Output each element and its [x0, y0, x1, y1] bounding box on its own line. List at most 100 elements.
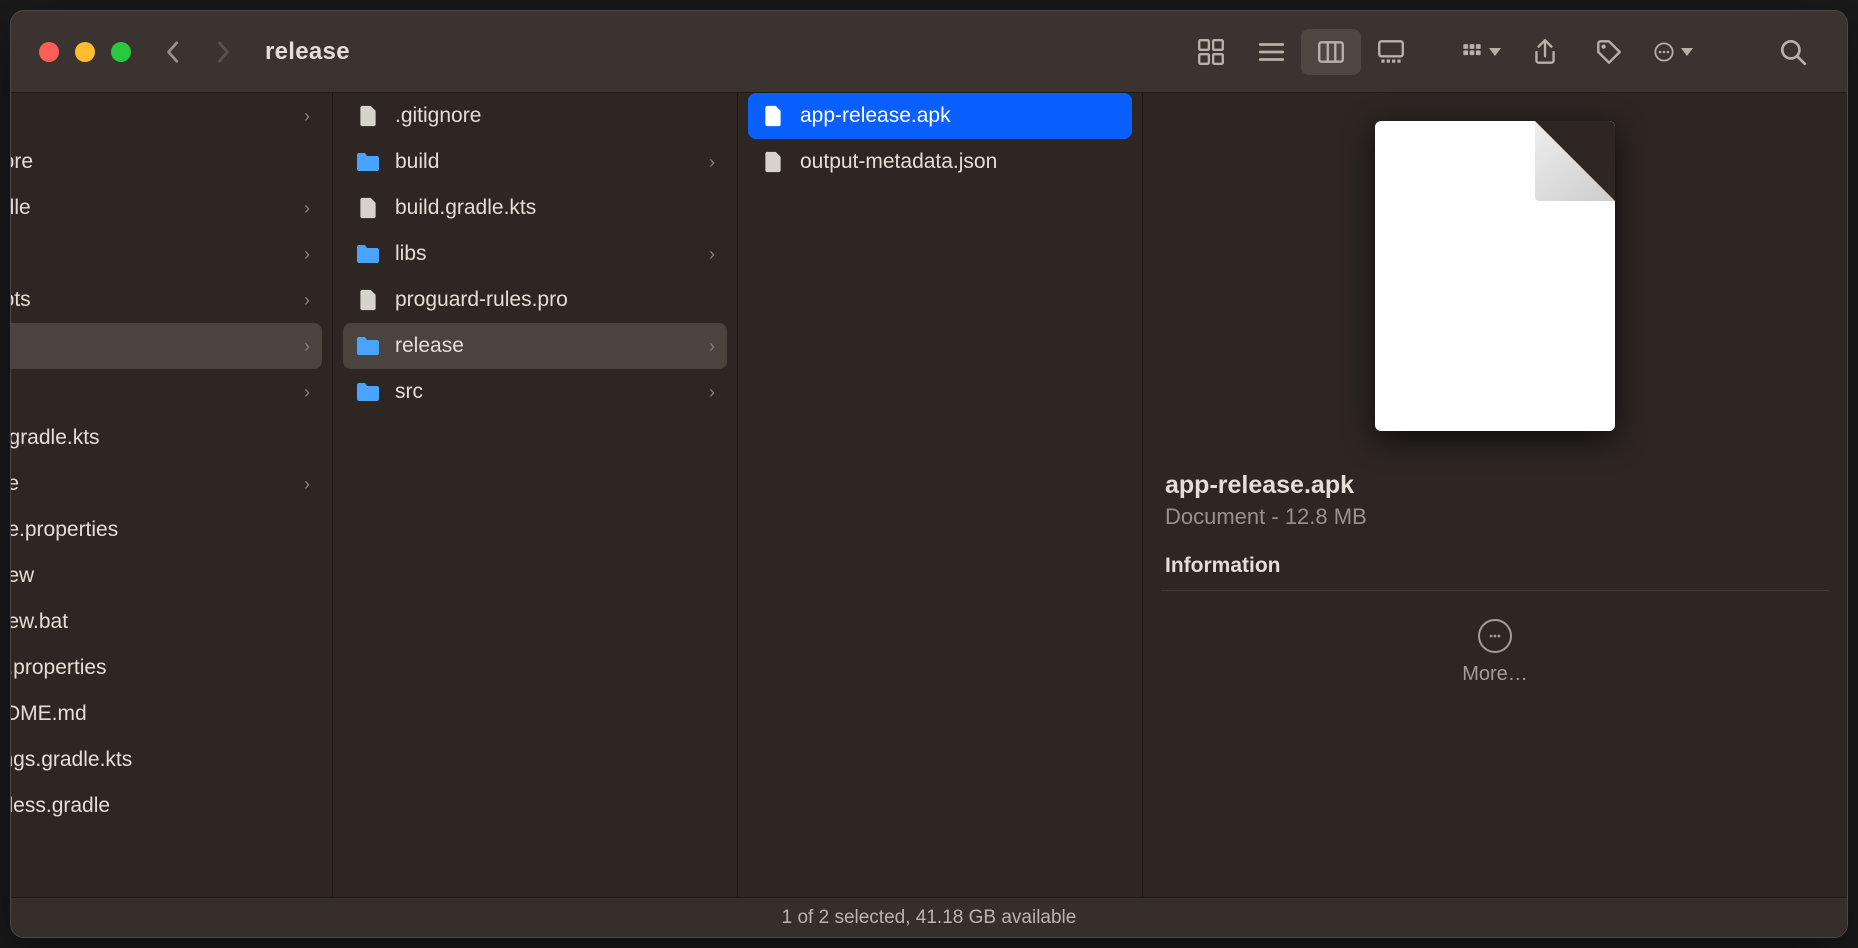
- actions-button[interactable]: [1653, 32, 1693, 72]
- list-item[interactable]: .gitignore: [343, 93, 727, 139]
- chevron-right-icon: ›: [304, 336, 310, 357]
- column-view-button[interactable]: [1301, 29, 1361, 75]
- list-item[interactable]: output-metadata.json: [748, 139, 1132, 185]
- finder-window: release ›noreadle›a›ripts››d›d.gradle.kt…: [10, 10, 1848, 938]
- list-item[interactable]: ADME.md: [11, 691, 322, 737]
- chevron-right-icon: ›: [304, 106, 310, 127]
- list-item[interactable]: dlew.bat: [11, 599, 322, 645]
- preview-filename: app-release.apk: [1161, 471, 1829, 500]
- item-name: tings.gradle.kts: [11, 748, 310, 772]
- file-icon: [758, 147, 788, 177]
- item-name: src: [395, 380, 709, 404]
- chevron-right-icon: ›: [304, 382, 310, 403]
- close-button[interactable]: [39, 42, 59, 62]
- list-item[interactable]: adle›: [11, 185, 322, 231]
- preview-thumbnail[interactable]: [1375, 121, 1615, 431]
- item-name: dle.properties: [11, 518, 310, 542]
- column-1: .gitignorebuild›build.gradle.ktslibs›pro…: [333, 93, 738, 897]
- item-name: build.gradle.kts: [395, 196, 715, 220]
- chevron-down-icon: [1681, 48, 1693, 56]
- preview-pane: app-release.apk Document - 12.8 MB Infor…: [1143, 93, 1847, 897]
- item-name: dle: [11, 472, 304, 496]
- preview-subtitle: Document - 12.8 MB: [1161, 504, 1829, 530]
- item-name: output-metadata.json: [800, 150, 1120, 174]
- list-item[interactable]: build.gradle.kts: [343, 185, 727, 231]
- file-icon: [353, 101, 383, 131]
- view-switcher: [1181, 29, 1421, 75]
- list-item[interactable]: dlew: [11, 553, 322, 599]
- folder-icon: [353, 239, 383, 269]
- window-controls: [39, 42, 131, 62]
- forward-button[interactable]: [207, 37, 237, 67]
- chevron-right-icon: ›: [304, 198, 310, 219]
- list-item[interactable]: ripts›: [11, 277, 322, 323]
- list-item[interactable]: ›: [11, 93, 322, 139]
- chevron-right-icon: ›: [709, 244, 715, 265]
- group-by-button[interactable]: [1461, 32, 1501, 72]
- list-item[interactable]: al.properties: [11, 645, 322, 691]
- list-item[interactable]: otless.gradle: [11, 783, 322, 829]
- item-name: .gitignore: [395, 104, 715, 128]
- list-item[interactable]: libs›: [343, 231, 727, 277]
- item-name: dlew.bat: [11, 610, 310, 634]
- info-header: Information: [1161, 540, 1829, 591]
- file-icon: [353, 285, 383, 315]
- minimize-button[interactable]: [75, 42, 95, 62]
- chevron-right-icon: ›: [304, 474, 310, 495]
- list-item[interactable]: proguard-rules.pro: [343, 277, 727, 323]
- list-item[interactable]: app-release.apk: [748, 93, 1132, 139]
- list-item[interactable]: ›: [11, 323, 322, 369]
- list-item[interactable]: d.gradle.kts: [11, 415, 322, 461]
- chevron-right-icon: ›: [304, 244, 310, 265]
- more-label[interactable]: More…: [1462, 663, 1528, 686]
- fullscreen-button[interactable]: [111, 42, 131, 62]
- column-browser: ›noreadle›a›ripts››d›d.gradle.ktsdle›dle…: [11, 93, 1847, 897]
- item-name: proguard-rules.pro: [395, 288, 715, 312]
- tags-button[interactable]: [1589, 32, 1629, 72]
- item-name: ripts: [11, 288, 304, 312]
- file-icon: [758, 101, 788, 131]
- gallery-view-button[interactable]: [1361, 29, 1421, 75]
- list-item[interactable]: release›: [343, 323, 727, 369]
- titlebar: release: [11, 11, 1847, 93]
- list-item[interactable]: a›: [11, 231, 322, 277]
- back-button[interactable]: [159, 37, 189, 67]
- item-name: dlew: [11, 564, 310, 588]
- item-name: a: [11, 242, 304, 266]
- list-view-button[interactable]: [1241, 29, 1301, 75]
- chevron-right-icon: ›: [709, 382, 715, 403]
- column-0: ›noreadle›a›ripts››d›d.gradle.ktsdle›dle…: [11, 93, 333, 897]
- item-name: libs: [395, 242, 709, 266]
- share-button[interactable]: [1525, 32, 1565, 72]
- window-title: release: [265, 38, 350, 66]
- status-text: 1 of 2 selected, 41.18 GB available: [782, 907, 1077, 929]
- folder-icon: [353, 377, 383, 407]
- chevron-down-icon: [1489, 48, 1501, 56]
- search-button[interactable]: [1773, 32, 1813, 72]
- list-item[interactable]: dle.properties: [11, 507, 322, 553]
- item-name: otless.gradle: [11, 794, 310, 818]
- list-item[interactable]: tings.gradle.kts: [11, 737, 322, 783]
- item-name: ADME.md: [11, 702, 310, 726]
- more-button[interactable]: [1478, 619, 1512, 653]
- chevron-right-icon: ›: [709, 152, 715, 173]
- chevron-right-icon: ›: [304, 290, 310, 311]
- item-name: app-release.apk: [800, 104, 1120, 128]
- file-icon: [353, 193, 383, 223]
- list-item[interactable]: d›: [11, 369, 322, 415]
- list-item[interactable]: dle›: [11, 461, 322, 507]
- item-name: build: [395, 150, 709, 174]
- icon-view-button[interactable]: [1181, 29, 1241, 75]
- status-bar: 1 of 2 selected, 41.18 GB available: [11, 897, 1847, 937]
- list-item[interactable]: nore: [11, 139, 322, 185]
- list-item[interactable]: build›: [343, 139, 727, 185]
- item-name: release: [395, 334, 709, 358]
- item-name: adle: [11, 196, 304, 220]
- item-name: d: [11, 380, 304, 404]
- item-name: d.gradle.kts: [11, 426, 310, 450]
- column-2: app-release.apk output-metadata.json: [738, 93, 1143, 897]
- item-name: nore: [11, 150, 310, 174]
- folder-icon: [353, 331, 383, 361]
- item-name: al.properties: [11, 656, 310, 680]
- list-item[interactable]: src›: [343, 369, 727, 415]
